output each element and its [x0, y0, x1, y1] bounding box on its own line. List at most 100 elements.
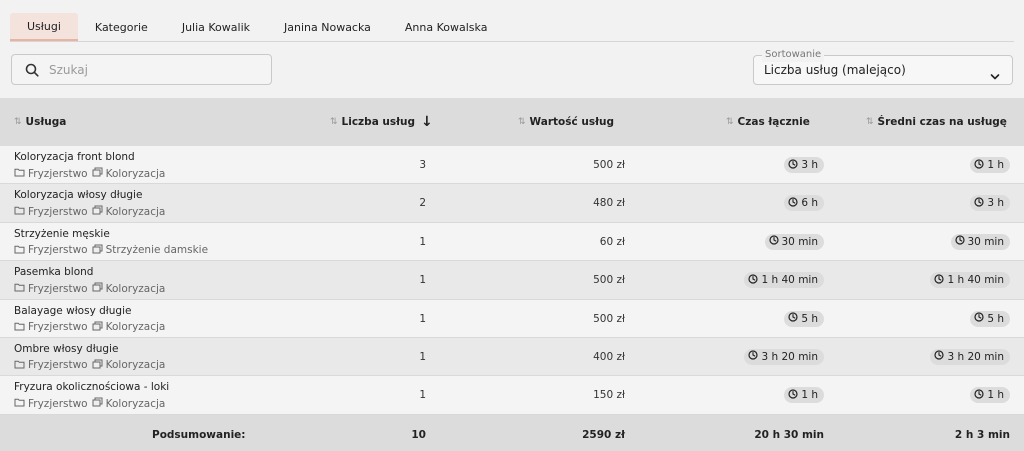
service-value: 480 zł	[593, 197, 625, 210]
clock-icon	[974, 312, 987, 325]
service-name: Pasemka blond	[14, 266, 94, 279]
search-box[interactable]	[11, 54, 272, 85]
column-header-label: Liczba usług	[341, 116, 416, 128]
table-row[interactable]: Fryzura okolicznościowa - loki Fryzjerstw…	[0, 376, 1024, 415]
service-name: Fryzura okolicznościowa - loki	[14, 381, 170, 394]
total-time-text: 1 h	[801, 389, 818, 402]
copy-icon	[92, 359, 106, 372]
service-meta: Fryzjerstwo Koloryzacja	[14, 397, 165, 410]
copy-icon	[92, 321, 106, 334]
tab-anna-kowalska[interactable]: Anna Kowalska	[388, 13, 505, 41]
avg-time-badge: 1 h 40 min	[930, 272, 1010, 289]
tab-kategorie[interactable]: Kategorie	[78, 13, 165, 41]
avg-time-badge: 5 h	[970, 310, 1010, 327]
search-input[interactable]	[49, 62, 249, 77]
table-row[interactable]: Strzyżenie męskie Fryzjerstwo Strzyżenie d…	[0, 222, 1024, 262]
copy-icon	[92, 282, 106, 295]
folder-icon	[14, 359, 28, 372]
service-name: Koloryzacja front blond	[14, 151, 135, 163]
service-count: 1	[419, 389, 426, 402]
table-row[interactable]: Ombre włosy długie Fryzjerstwo Koloryzacja…	[0, 337, 1024, 377]
summary-avg-time: 2 h 3 min	[954, 428, 1010, 441]
folder-icon	[14, 397, 28, 410]
service-subcategory: Koloryzacja	[105, 167, 166, 180]
total-time-text: 1 h 40 min	[761, 274, 818, 287]
copy-icon	[92, 244, 106, 257]
service-meta: Fryzjerstwo Koloryzacja	[14, 205, 165, 218]
copy-icon	[92, 167, 106, 180]
service-count: 1	[419, 350, 426, 363]
avg-time-badge: 3 h	[970, 195, 1010, 212]
total-time-badge: 6 h	[784, 195, 824, 212]
service-value: 500 zł	[593, 159, 625, 171]
service-value: 500 zł	[593, 274, 625, 287]
column-header-label: Czas łącznie	[737, 116, 810, 128]
folder-icon	[14, 282, 28, 295]
clock-icon	[788, 312, 801, 325]
avg-time-text: 5 h	[987, 312, 1004, 325]
avg-time-badge: 1 h	[970, 387, 1010, 404]
sort-select[interactable]: Sortowanie Liczba usług (malejąco)	[753, 48, 1013, 85]
service-meta: Fryzjerstwo Koloryzacja	[14, 359, 165, 372]
clock-icon	[748, 274, 761, 287]
service-name: Ombre włosy długie	[14, 342, 119, 355]
avg-time-badge: 30 min	[950, 233, 1010, 250]
column-header-avg-time[interactable]: ⇅ Średni czas na usługę	[866, 98, 1007, 146]
total-time-badge: 1 h	[784, 387, 824, 404]
service-meta: Fryzjerstwo Koloryzacja	[14, 282, 165, 295]
service-count: 1	[419, 274, 426, 287]
service-name: Strzyżenie męskie	[14, 227, 110, 240]
service-count: 1	[419, 312, 426, 325]
service-value: 400 zł	[593, 350, 625, 363]
sort-icon: ⇅	[866, 117, 874, 127]
folder-icon	[14, 321, 28, 334]
total-time-text: 5 h	[801, 312, 818, 325]
sort-icon: ⇅	[518, 117, 526, 127]
clock-icon	[974, 158, 987, 172]
avg-time-text: 1 h	[987, 389, 1004, 402]
column-header-service[interactable]: ⇅ Usługa	[14, 98, 66, 146]
service-category: Fryzjerstwo	[28, 167, 88, 180]
tab-janina-nowacka[interactable]: Janina Nowacka	[267, 13, 388, 41]
total-time-text: 3 h	[801, 159, 818, 171]
service-subcategory: Koloryzacja	[105, 397, 166, 410]
clock-icon	[748, 350, 761, 363]
folder-icon	[14, 167, 28, 180]
table-row[interactable]: Balayage włosy długie Fryzjerstwo Koloryza…	[0, 299, 1024, 338]
service-value: 150 zł	[593, 389, 625, 402]
service-category: Fryzjerstwo	[28, 397, 88, 410]
table-row[interactable]: Koloryzacja włosy długie Fryzjerstwo Kolor…	[0, 184, 1024, 223]
tab-uslugi[interactable]: Usługi	[10, 13, 78, 41]
summary-value: 2590 zł	[582, 428, 625, 441]
service-category: Fryzjerstwo	[28, 205, 88, 218]
table-row[interactable]: Pasemka blond Fryzjerstwo Koloryzacja 1 500 …	[0, 261, 1024, 300]
service-subcategory: Koloryzacja	[105, 282, 166, 295]
tab-bar: Usługi Kategorie Julia Kowalik Janina No…	[10, 13, 1014, 42]
avg-time-text: 3 h 20 min	[947, 350, 1004, 363]
total-time-badge: 30 min	[764, 233, 824, 250]
total-time-badge: 3 h	[784, 157, 824, 173]
table-row[interactable]: Koloryzacja front blond Fryzjerstwo Kolory…	[0, 146, 1024, 185]
service-name: Koloryzacja włosy długie	[14, 189, 143, 202]
service-category: Fryzjerstwo	[28, 244, 88, 257]
table-header: ⇅ Usługa ⇅ Liczba usług ↓ ⇅ Wartość usłu…	[0, 98, 1024, 146]
summary-label: Podsumowanie:	[152, 428, 246, 441]
services-table: ⇅ Usługa ⇅ Liczba usług ↓ ⇅ Wartość usłu…	[0, 98, 1024, 451]
service-subcategory: Strzyżenie damskie	[105, 244, 209, 257]
service-subcategory: Koloryzacja	[105, 205, 166, 218]
column-header-value[interactable]: ⇅ Wartość usług	[518, 98, 614, 146]
service-category: Fryzjerstwo	[28, 321, 88, 334]
copy-icon	[92, 205, 106, 218]
clock-icon	[768, 235, 782, 248]
clock-icon	[788, 389, 801, 402]
sort-icon: ⇅	[726, 117, 734, 127]
column-header-total-time[interactable]: ⇅ Czas łącznie	[726, 98, 810, 146]
sort-label: Sortowanie	[762, 48, 825, 62]
sort-icon: ⇅	[330, 117, 338, 127]
total-time-badge: 5 h	[784, 310, 824, 327]
avg-time-text: 1 h	[987, 159, 1004, 171]
tab-julia-kowalik[interactable]: Julia Kowalik	[165, 13, 267, 41]
column-header-count[interactable]: ⇅ Liczba usług ↓	[330, 98, 433, 146]
chevron-down-icon	[990, 66, 1000, 85]
clock-icon	[934, 350, 947, 363]
